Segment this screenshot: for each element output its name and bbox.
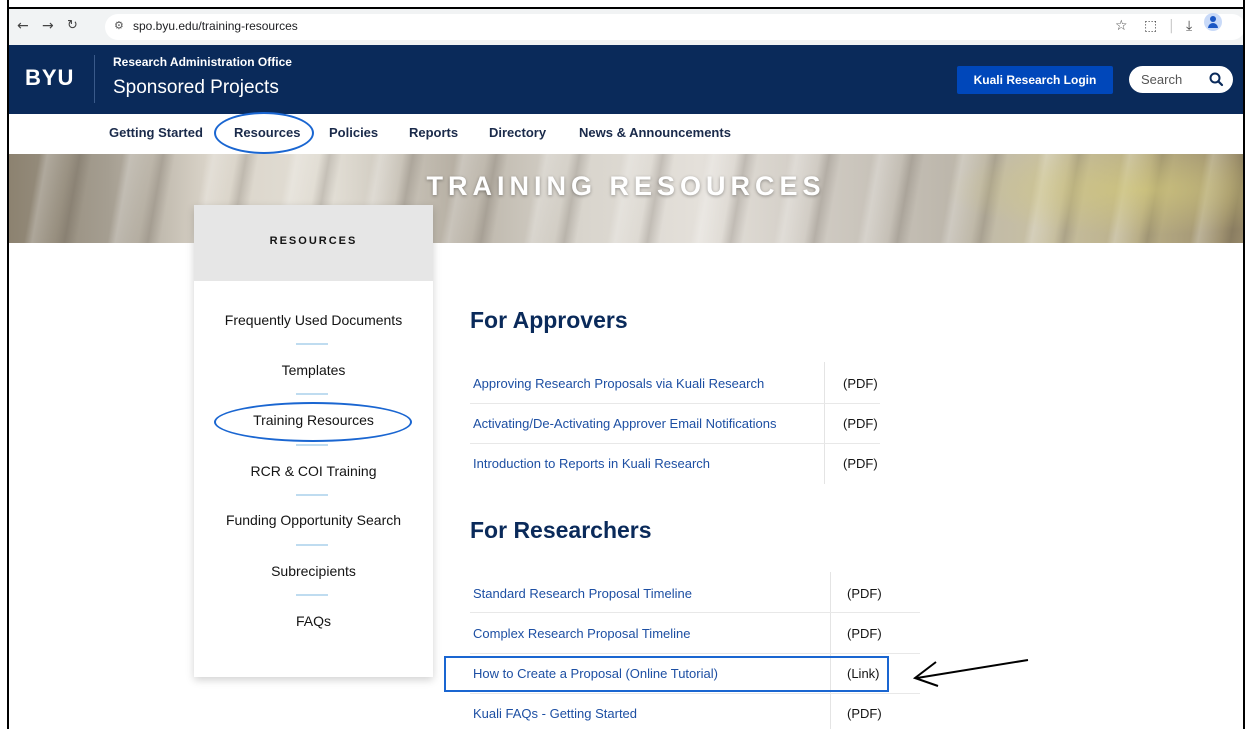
sidebar-item-faqs[interactable]: FAQs — [194, 613, 433, 629]
row-divider — [470, 693, 920, 694]
sidebar-separator — [296, 594, 328, 596]
row-divider — [470, 653, 920, 654]
frame-border-left — [7, 0, 9, 729]
row-divider — [470, 443, 880, 444]
doc-type-label: (PDF) — [847, 626, 882, 641]
downloads-icon[interactable]: ⤓ — [1186, 18, 1192, 34]
standard-timeline-link[interactable]: Standard Research Proposal Timeline — [473, 586, 692, 601]
frame-border-top — [7, 7, 1245, 9]
main-navigation: Getting Started Resources Policies Repor… — [9, 114, 1243, 154]
sidebar-separator — [296, 444, 328, 446]
sidebar-item-frequently-used-documents[interactable]: Frequently Used Documents — [194, 312, 433, 328]
researchers-column-divider — [830, 572, 831, 729]
sidebar-item-subrecipients[interactable]: Subrecipients — [194, 563, 433, 579]
training-resources-annotation-circle — [214, 402, 412, 442]
doc-type-label: (PDF) — [843, 416, 878, 431]
doc-type-label: (PDF) — [843, 456, 878, 471]
sidebar-item-rcr-coi-training[interactable]: RCR & COI Training — [194, 463, 433, 479]
browser-toolbar: ← → ↻ ⚙ spo.byu.edu/training-resources ☆… — [9, 9, 1245, 45]
sidebar-separator — [296, 544, 328, 546]
doc-type-label: (PDF) — [847, 586, 882, 601]
sidebar-header: RESOURCES — [194, 205, 433, 281]
researchers-heading: For Researchers — [470, 517, 652, 543]
reload-icon[interactable]: ↻ — [67, 18, 78, 33]
address-text: spo.byu.edu/training-resources — [133, 19, 298, 33]
row-divider — [470, 612, 920, 613]
site-title[interactable]: Sponsored Projects — [113, 77, 279, 99]
forward-icon[interactable]: → — [42, 18, 54, 34]
nav-getting-started[interactable]: Getting Started — [109, 125, 203, 140]
kuali-faqs-link[interactable]: Kuali FAQs - Getting Started — [473, 706, 637, 721]
complex-timeline-link[interactable]: Complex Research Proposal Timeline — [473, 626, 690, 641]
sidebar-heading: RESOURCES — [269, 235, 358, 247]
doc-type-label: (PDF) — [847, 706, 882, 721]
bookmark-star-icon[interactable]: ☆ — [1115, 18, 1128, 34]
sidebar-item-templates[interactable]: Templates — [194, 362, 433, 378]
search-icon[interactable] — [1208, 71, 1225, 88]
hero-title: TRAINING RESOURCES — [426, 171, 826, 201]
header-divider — [94, 55, 95, 103]
approvers-heading: For Approvers — [470, 307, 628, 333]
frame-border-right — [1243, 0, 1245, 729]
search-placeholder: Search — [1141, 72, 1183, 87]
resources-annotation-circle — [214, 112, 314, 154]
kuali-login-button[interactable]: Kuali Research Login — [957, 66, 1113, 94]
toolbar-divider: | — [1169, 18, 1174, 34]
nav-directory[interactable]: Directory — [489, 125, 546, 140]
address-bar[interactable]: ⚙ spo.byu.edu/training-resources — [105, 14, 1245, 40]
site-header: BYU Research Administration Office Spons… — [9, 45, 1243, 114]
doc-type-label: (PDF) — [843, 376, 878, 391]
sidebar-item-funding-opportunity-search[interactable]: Funding Opportunity Search — [194, 512, 433, 528]
sidebar-separator — [296, 343, 328, 345]
intro-reports-link[interactable]: Introduction to Reports in Kuali Researc… — [473, 456, 710, 471]
nav-policies[interactable]: Policies — [329, 125, 378, 140]
nav-news-announcements[interactable]: News & Announcements — [579, 125, 731, 140]
profile-avatar-icon[interactable] — [1204, 13, 1222, 31]
site-info-icon[interactable]: ⚙ — [114, 19, 124, 32]
approvers-column-divider — [824, 362, 825, 484]
annotation-arrow-icon — [912, 659, 1029, 687]
row-divider — [470, 403, 880, 404]
tutorial-annotation-box — [444, 656, 889, 692]
sidebar-separator — [296, 393, 328, 395]
office-name[interactable]: Research Administration Office — [113, 55, 292, 69]
search-input[interactable]: Search — [1129, 66, 1233, 93]
approver-email-notifications-link[interactable]: Activating/De-Activating Approver Email … — [473, 416, 776, 431]
approving-proposals-link[interactable]: Approving Research Proposals via Kuali R… — [473, 376, 764, 391]
extensions-icon[interactable]: ⬚ — [1144, 18, 1157, 34]
nav-reports[interactable]: Reports — [409, 125, 458, 140]
sidebar-separator — [296, 494, 328, 496]
byu-logo[interactable]: BYU — [25, 65, 74, 91]
back-icon[interactable]: ← — [17, 18, 29, 34]
